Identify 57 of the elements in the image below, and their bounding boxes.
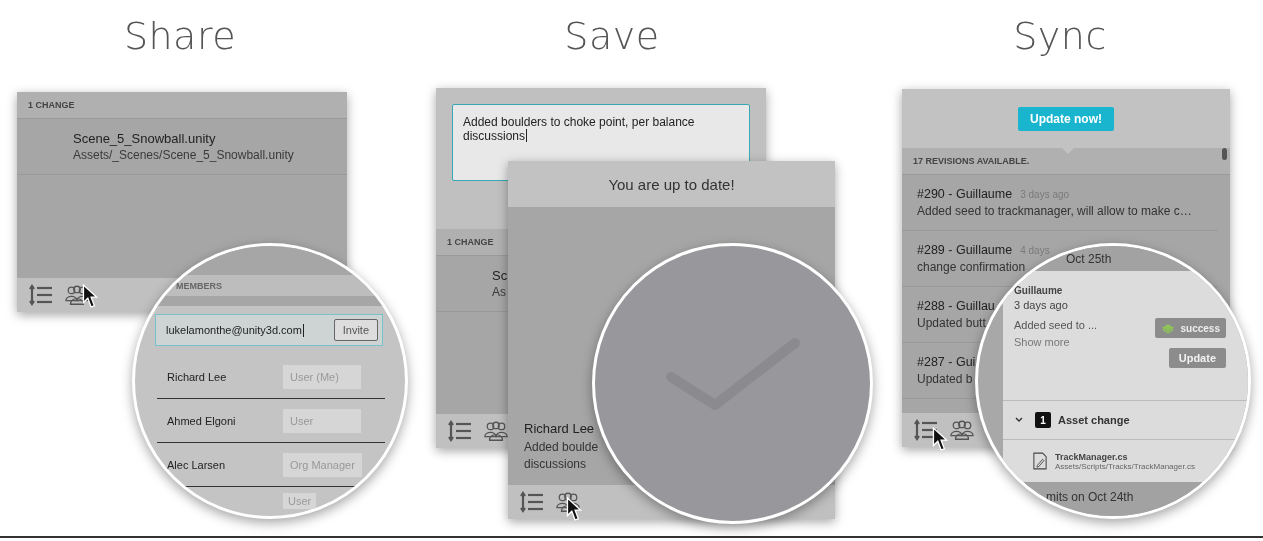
section-title: Share [122,14,238,58]
revision-title: #289 - Guillaume [917,243,1013,257]
member-name: Ahmed Elgoni [166,414,237,427]
scrollbar-thumb[interactable] [1222,148,1227,160]
invite-button[interactable]: Invite [333,319,378,341]
section-title: Save [563,14,661,58]
message-text: Added boulders to choke point, per balance discussions [463,115,695,143]
count-badge: 1 [1035,412,1051,428]
revision-message: Updated butt [917,316,986,330]
file-name: TrackManager.cs [1055,451,1128,462]
section-header: MEMBERS [176,280,222,291]
role-dropdown[interactable]: User [283,408,361,433]
file-row[interactable]: TrackManager.cs Assets/Scripts/Tracks/TrackManager.cs [1003,440,1248,482]
revision-title: #290 - Guillaume [917,187,1013,201]
invite-field[interactable]: lukelamonthe@unity3d.com Invite [155,314,383,346]
file-path: Assets/Scripts/Tracks/TrackManager.cs [1055,461,1195,471]
role-dropdown[interactable]: User [283,493,317,509]
section-header: 1 CHANGE [447,237,494,247]
commit-author: Richard Lee [524,421,596,436]
cursor-icon [932,427,948,451]
people-icon[interactable] [556,491,580,513]
member-name: Alec Larsen [166,458,227,471]
cursor-icon [82,284,98,308]
show-more-link[interactable]: Show more [1014,336,1155,348]
file-name: Sc [492,268,509,283]
file-name: Scene_5_Snowball.unity [73,131,217,146]
asset-group-label: Asset change [1058,414,1130,426]
group-header: Oct 25th [1066,251,1112,266]
section-title: Sync [1012,14,1108,58]
revision-message: Updated b [917,372,973,386]
file-edit-icon [1033,452,1047,470]
commit-message: Added boulde [524,439,600,456]
revision-title: #287 - Gui [917,355,976,369]
email-text: lukelamonthe@unity3d.com [166,324,302,336]
status-header: You are up to date! [508,161,835,207]
author-name: Guillaume [1014,285,1064,296]
role-dropdown[interactable]: Org Manager [283,452,362,477]
revision-message: Added seed to trackmanager, will allow to make c… [917,204,1192,218]
commit-message: Added seed to ... [1014,319,1099,331]
section-header: 17 REVISIONS AVAILABLE. [913,156,1030,166]
cursor-icon [566,497,582,521]
section-header: 1 CHANGE [28,100,75,110]
group-header: mits on Oct 24th [1046,490,1134,504]
update-button[interactable]: Update [1168,348,1226,368]
layers-icon [1160,322,1175,334]
commit-time: 3 days ago [1014,299,1069,311]
status-text: success [1180,322,1220,334]
revision-title: #288 - Guillau [917,299,995,313]
role-dropdown[interactable]: User (Me) [283,364,361,389]
file-path: Assets/_Scenes/Scene_5_Snowball.unity [73,148,295,162]
member-name: Richard Lee [166,370,228,383]
people-icon[interactable] [65,284,89,306]
update-now-button[interactable]: Update now! [1018,106,1114,131]
revision-message: change confirmation [917,260,1026,274]
file-path: As [492,285,507,299]
asset-group-row[interactable]: 1 Asset change [1003,401,1248,440]
commit-message: discussions [524,456,588,473]
